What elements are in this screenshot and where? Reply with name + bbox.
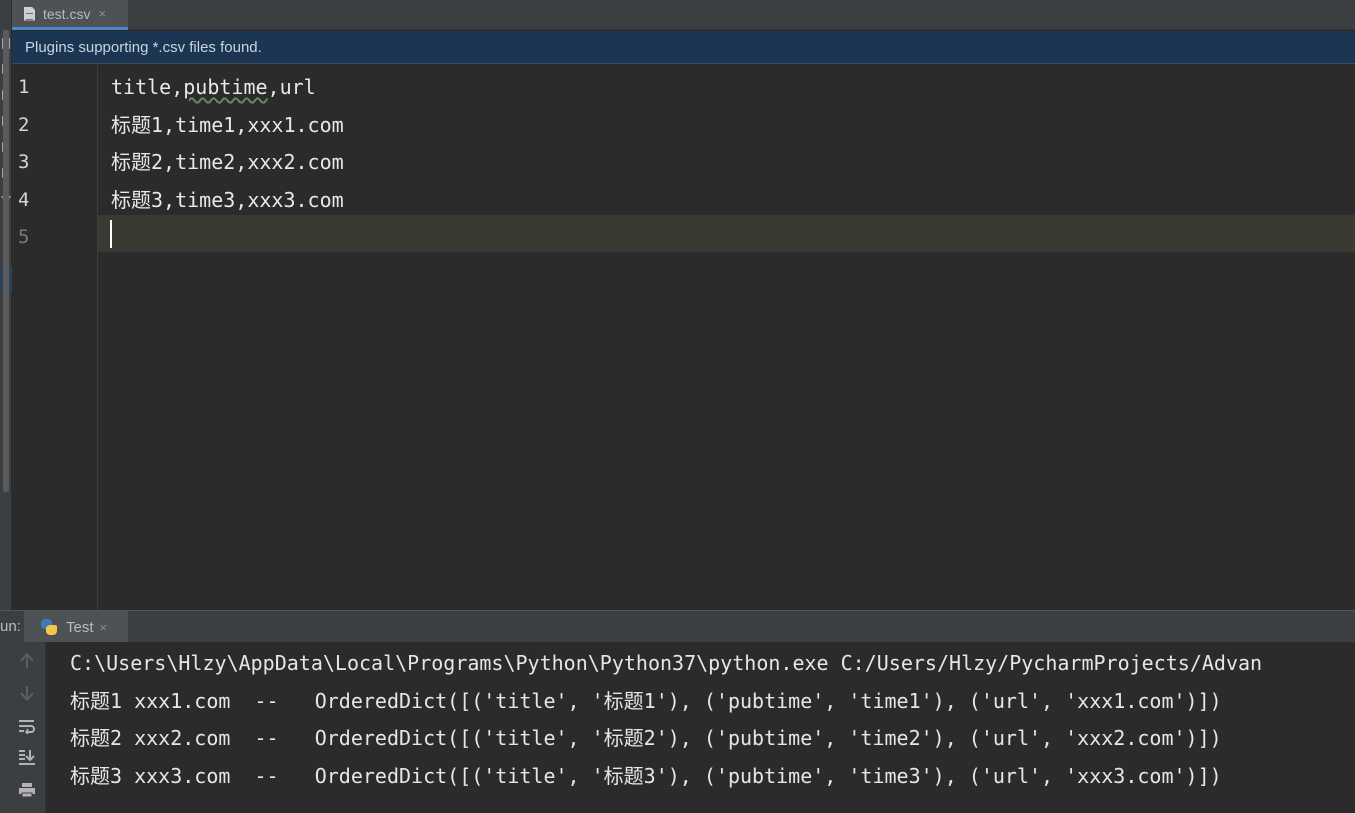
- soft-wrap-icon[interactable]: [16, 715, 38, 737]
- run-panel-header: un: Test ×: [0, 610, 1355, 643]
- text-file-icon: [24, 6, 35, 21]
- code-editor[interactable]: 1 2 3 4 5 title,pubtime,url 标题1,time1,xx…: [12, 65, 1355, 610]
- spellcheck-word: pubtime: [183, 75, 268, 99]
- python-icon: [40, 618, 58, 636]
- close-icon[interactable]: ×: [100, 620, 108, 635]
- line-number: 1: [18, 76, 30, 98]
- console-output[interactable]: C:\Users\Hlzy\AppData\Local\Programs\Pyt…: [46, 642, 1355, 813]
- console-line: C:\Users\Hlzy\AppData\Local\Programs\Pyt…: [70, 651, 1263, 675]
- up-arrow-icon[interactable]: [16, 650, 38, 672]
- line-number: 3: [18, 151, 30, 173]
- code-line[interactable]: 标题2,time2,xxx2.com: [111, 144, 344, 182]
- run-toolbar: [0, 642, 46, 813]
- banner-text[interactable]: Plugins supporting *.csv files found.: [25, 39, 262, 56]
- plugin-notification-banner: Plugins supporting *.csv files found.: [12, 31, 1355, 64]
- code-line[interactable]: title,pubtime,url: [111, 69, 316, 107]
- project-tool-strip[interactable]: [0, 0, 12, 610]
- code-line[interactable]: 标题1,time1,xxx1.com: [111, 107, 344, 145]
- line-number: 5: [18, 226, 30, 248]
- run-label: un:: [0, 618, 21, 635]
- code-text: ,url: [267, 75, 316, 99]
- console-line: 标题1 xxx1.com -- OrderedDict([('title', '…: [70, 688, 1222, 713]
- line-number: 2: [18, 113, 30, 136]
- code-text: 标题3,time3,xxx3.com: [111, 187, 344, 212]
- console-line: 标题3 xxx3.com -- OrderedDict([('title', '…: [70, 763, 1222, 788]
- run-tab-test[interactable]: Test ×: [24, 611, 128, 643]
- scroll-to-end-icon[interactable]: [16, 746, 38, 768]
- code-text: 标题1,time1,xxx1.com: [111, 112, 344, 137]
- code-text: 标题2,time2,xxx2.com: [111, 150, 344, 174]
- tab-test-csv[interactable]: test.csv ×: [12, 0, 128, 30]
- code-text: title,: [111, 75, 184, 99]
- current-line-highlight: [12, 215, 1355, 252]
- text-caret: [110, 220, 112, 248]
- run-tab-label: Test: [66, 618, 94, 636]
- down-arrow-icon[interactable]: [16, 682, 38, 704]
- print-icon[interactable]: [16, 779, 38, 801]
- close-icon[interactable]: ×: [98, 6, 106, 21]
- project-scrollbar[interactable]: [3, 30, 9, 492]
- editor-tab-bar: test.csv ×: [12, 0, 1355, 30]
- code-line[interactable]: 标题3,time3,xxx3.com: [111, 182, 344, 220]
- line-number: 4: [18, 188, 30, 211]
- tab-label: test.csv: [43, 5, 91, 22]
- line-number-gutter: 1 2 3 4 5: [12, 65, 98, 610]
- console-line: 标题2 xxx2.com -- OrderedDict([('title', '…: [70, 726, 1222, 750]
